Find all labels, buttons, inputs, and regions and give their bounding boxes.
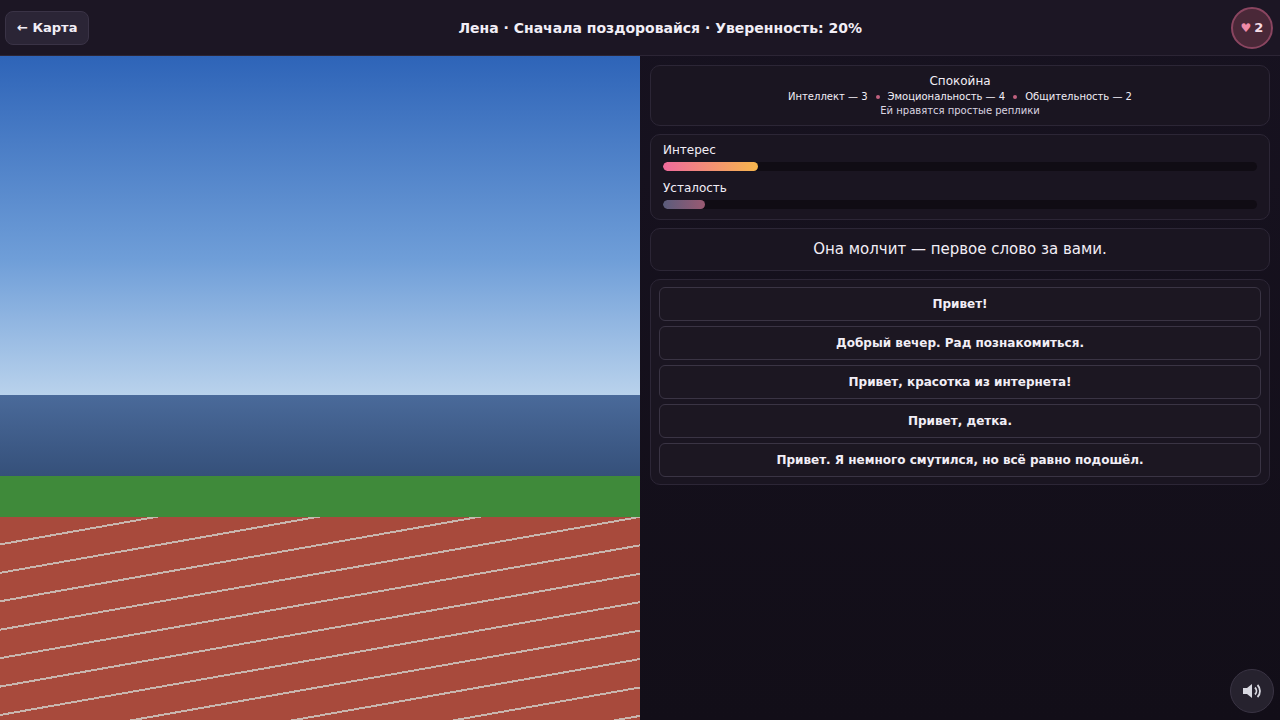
sound-button[interactable] [1230, 669, 1274, 713]
speaker-icon [1241, 681, 1263, 701]
top-bar: ← КартаЛена · Сначала поздоровайся · Уве… [0, 0, 1280, 56]
stadium-stands [0, 395, 640, 476]
narration-card: Она молчит — первое слово за вами. [650, 228, 1270, 271]
meter-label: Интерес [663, 143, 1257, 157]
traits-row: Интеллект — 3 Эмоциональность — 4 Общитель… [661, 91, 1259, 102]
meter-track [663, 200, 1257, 209]
meter-fill [663, 200, 705, 209]
separator-dot [1013, 95, 1017, 99]
running-track [0, 517, 640, 720]
meter-track [663, 162, 1257, 171]
trait: Интеллект — 3 [788, 91, 868, 102]
hearts-badge: ♥2 [1231, 7, 1273, 49]
back-button[interactable]: ← Карта [5, 11, 89, 45]
separator-dot [876, 95, 880, 99]
meter-label: Усталость [663, 181, 1257, 195]
main-area: Спокойна Интеллект — 3 Эмоциональность — 4… [0, 56, 1280, 720]
game-screen: ← КартаЛена · Сначала поздоровайся · Уве… [0, 0, 1280, 720]
meters-card: Интерес Усталость [650, 134, 1270, 220]
sky [0, 56, 640, 395]
hearts-count: 2 [1254, 20, 1263, 35]
heart-icon: ♥ [1241, 21, 1252, 35]
mood-card: Спокойна Интеллект — 3 Эмоциональность — 4… [650, 65, 1270, 126]
mood-hint: Ей нравятся простые реплики [661, 105, 1259, 116]
choices-card: Привет! Добрый вечер. Рад познакомиться. П… [650, 279, 1270, 485]
meter: Усталость [663, 181, 1257, 209]
scene-title: Лена · Сначала поздоровайся · Уверенност… [89, 20, 1231, 36]
trait: Эмоциональность — 4 [888, 91, 1006, 102]
choice-button[interactable]: Привет. Я немного смутился, но всё равно… [659, 443, 1261, 477]
meter-fill [663, 162, 758, 171]
character-picture [0, 56, 640, 720]
mood-state: Спокойна [661, 74, 1259, 88]
side-panel: Спокойна Интеллект — 3 Эмоциональность — 4… [640, 56, 1280, 720]
choice-button[interactable]: Привет, красотка из интернета! [659, 365, 1261, 399]
meter: Интерес [663, 143, 1257, 171]
field [0, 476, 640, 517]
trait: Общительность — 2 [1025, 91, 1132, 102]
choice-button[interactable]: Привет, детка. [659, 404, 1261, 438]
choice-button[interactable]: Добрый вечер. Рад познакомиться. [659, 326, 1261, 360]
choice-button[interactable]: Привет! [659, 287, 1261, 321]
